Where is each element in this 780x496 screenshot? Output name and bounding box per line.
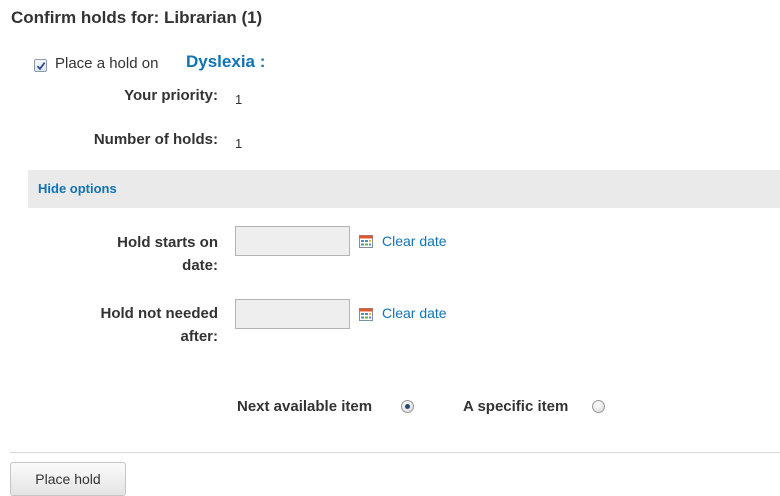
options-bar bbox=[28, 170, 780, 208]
hold-start-date-label-line1: Hold starts on bbox=[117, 234, 218, 251]
priority-value: 1 bbox=[235, 92, 243, 107]
specific-item-radio[interactable] bbox=[592, 400, 605, 413]
place-hold-button[interactable]: Place hold bbox=[10, 462, 126, 496]
hold-expiry-date-label-line1: Hold not needed bbox=[100, 305, 219, 322]
hold-start-date-input[interactable] bbox=[235, 226, 350, 256]
page-title: Confirm holds for: Librarian (1) bbox=[11, 8, 263, 27]
clear-start-date-link[interactable]: Clear date bbox=[382, 233, 447, 249]
hold-expiry-date-label: Hold not needed after: bbox=[40, 302, 219, 348]
hold-expiry-date-input[interactable] bbox=[235, 299, 350, 329]
next-available-item-label: Next available item bbox=[237, 398, 373, 415]
hold-expiry-date-label-line2: after: bbox=[180, 328, 218, 345]
number-of-holds-value: 1 bbox=[235, 136, 243, 151]
hold-start-date-label-line2: date: bbox=[182, 257, 218, 274]
calendar-icon[interactable] bbox=[359, 235, 373, 248]
book-title-link[interactable]: Dyslexia : bbox=[186, 52, 265, 72]
priority-label: Your priority: bbox=[124, 87, 218, 104]
hide-options-link[interactable]: Hide options bbox=[38, 181, 117, 196]
place-hold-label: Place a hold on bbox=[55, 55, 159, 72]
place-hold-checkbox[interactable] bbox=[34, 59, 47, 72]
calendar-icon[interactable] bbox=[359, 308, 373, 321]
divider bbox=[10, 452, 780, 453]
specific-item-label: A specific item bbox=[463, 398, 569, 415]
next-available-item-radio[interactable] bbox=[401, 400, 414, 413]
number-of-holds-label: Number of holds: bbox=[93, 131, 218, 148]
hold-start-date-label: Hold starts on date: bbox=[40, 231, 218, 277]
checkmark-icon bbox=[36, 62, 46, 71]
clear-expiry-date-link[interactable]: Clear date bbox=[382, 305, 447, 321]
